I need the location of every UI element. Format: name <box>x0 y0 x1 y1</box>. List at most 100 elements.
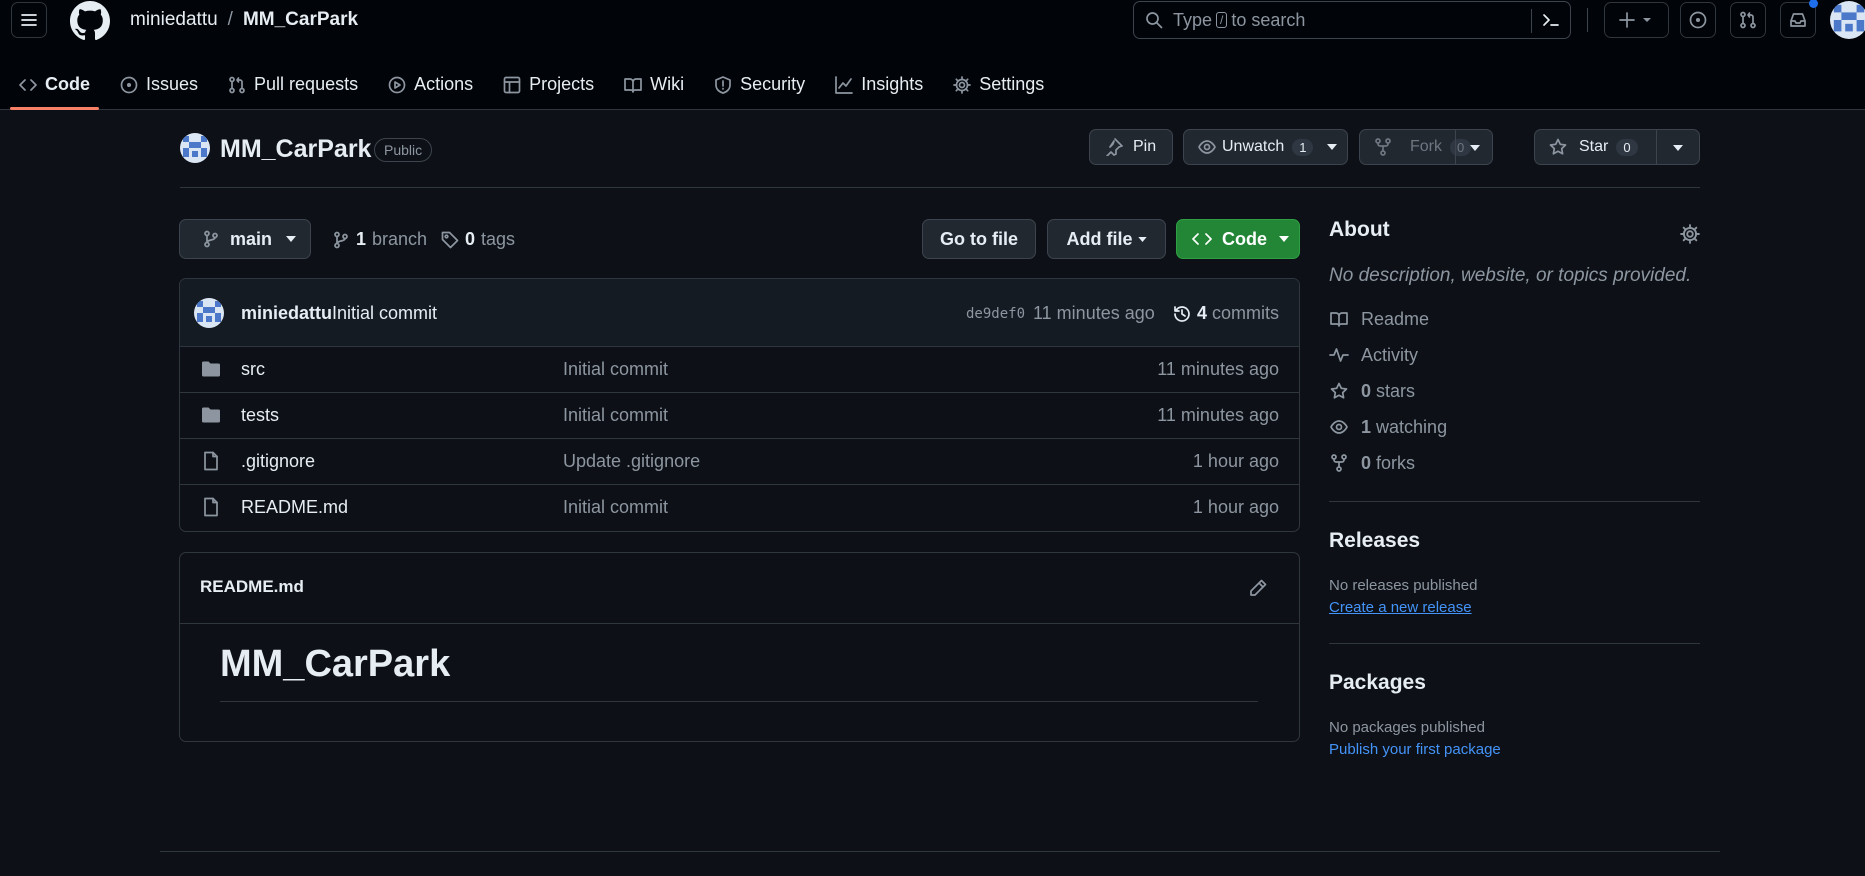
file-name[interactable]: README.md <box>241 497 348 518</box>
stars-link[interactable]: 0 stars <box>1329 373 1700 409</box>
stars-count: 0 <box>1361 380 1372 401</box>
repo-link[interactable]: MM_CarPark <box>243 9 358 31</box>
file-commit-message[interactable]: Initial commit <box>563 359 668 380</box>
activity-link[interactable]: Activity <box>1329 337 1700 373</box>
tab-actions-label: Actions <box>414 74 474 94</box>
tab-insights[interactable]: Insights <box>824 60 934 109</box>
user-avatar[interactable] <box>1830 1 1865 39</box>
add-file-button[interactable]: Add file <box>1047 219 1166 259</box>
tab-actions[interactable]: Actions <box>377 60 484 109</box>
file-icon <box>204 451 218 471</box>
code-download-button[interactable]: Code <box>1176 219 1300 259</box>
commit-count: 4 <box>1197 303 1208 323</box>
tab-security[interactable]: Security <box>703 60 816 109</box>
menu-button[interactable] <box>11 2 47 38</box>
commit-message[interactable]: Initial commit <box>332 303 437 324</box>
branch-icon <box>204 230 218 248</box>
notification-dot <box>1809 0 1818 8</box>
github-logo-icon[interactable] <box>70 1 110 41</box>
identicon-icon <box>197 301 221 322</box>
create-release-link[interactable]: Create a new release <box>1329 599 1700 616</box>
file-name[interactable]: src <box>241 359 265 380</box>
tab-projects[interactable]: Projects <box>492 60 605 109</box>
search-placeholder-before: Type <box>1173 9 1213 30</box>
file-row[interactable]: tests Initial commit 11 minutes ago <box>180 393 1299 439</box>
tab-code[interactable]: Code <box>8 60 101 110</box>
tags-link[interactable]: 0 tags <box>441 229 515 250</box>
star-split-divider <box>1656 130 1657 164</box>
search-placeholder-after: to search <box>1231 9 1306 30</box>
issue-icon <box>1689 11 1707 29</box>
issues-button[interactable] <box>1680 2 1716 38</box>
search-input[interactable]: Type / to search <box>1133 1 1571 39</box>
commit-author[interactable]: miniedattu <box>241 303 332 324</box>
tab-pull-requests-label: Pull requests <box>254 74 359 94</box>
readme-link[interactable]: Readme <box>1329 301 1700 337</box>
packages-title[interactable]: Packages <box>1329 671 1700 695</box>
file-commit-message[interactable]: Update .gitignore <box>563 451 700 472</box>
tab-issues[interactable]: Issues <box>109 60 209 109</box>
tab-wiki[interactable]: Wiki <box>613 60 695 109</box>
search-icon <box>1146 12 1163 29</box>
repo-title[interactable]: MM_CarPark <box>220 135 371 164</box>
releases-title[interactable]: Releases <box>1329 529 1700 553</box>
book-icon <box>1330 312 1348 327</box>
branch-name: main <box>230 228 273 249</box>
branch-icon <box>334 231 348 248</box>
tab-projects-label: Projects <box>529 74 595 94</box>
unwatch-button[interactable]: Unwatch 1 <box>1183 129 1348 165</box>
create-new-button[interactable] <box>1604 2 1669 38</box>
watching-word: watching <box>1376 416 1448 437</box>
chevron-down-icon <box>1279 236 1289 242</box>
tab-pull-requests[interactable]: Pull requests <box>217 60 369 109</box>
fork-button[interactable]: Fork 0 <box>1359 129 1493 165</box>
file-row[interactable]: .gitignore Update .gitignore 1 hour ago <box>180 439 1299 485</box>
play-icon <box>388 76 406 93</box>
branch-select[interactable]: main <box>179 219 311 259</box>
file-row[interactable]: src Initial commit 11 minutes ago <box>180 347 1299 393</box>
add-file-label: Add file <box>1066 228 1133 249</box>
commit-author-avatar[interactable] <box>194 298 224 328</box>
forks-word: forks <box>1376 452 1416 473</box>
table-icon <box>503 76 521 93</box>
file-name[interactable]: .gitignore <box>241 451 315 472</box>
branches-link[interactable]: 1 branch <box>332 229 427 250</box>
inbox-button[interactable] <box>1780 0 1818 38</box>
tab-settings[interactable]: Settings <box>942 60 1055 109</box>
commit-count-word: commits <box>1212 303 1280 323</box>
file-browser: miniedattu Initial commit de9def0 11 min… <box>179 278 1300 532</box>
publish-package-link[interactable]: Publish your first package <box>1329 741 1700 758</box>
chevron-down-icon[interactable] <box>1470 145 1480 151</box>
plus-icon <box>1618 12 1651 28</box>
gear-icon[interactable] <box>1680 224 1700 244</box>
file-name[interactable]: tests <box>241 405 279 426</box>
pull-request-icon <box>229 76 245 93</box>
watching-link[interactable]: 1 watching <box>1329 409 1700 445</box>
pull-request-icon <box>1740 11 1756 29</box>
go-to-file-button[interactable]: Go to file <box>922 219 1036 259</box>
readme-filename[interactable]: README.md <box>200 577 304 597</box>
commits-link[interactable]: 4 commits <box>1172 303 1279 324</box>
command-palette-icon[interactable] <box>1541 11 1561 29</box>
pencil-icon[interactable] <box>1248 578 1268 598</box>
file-time: 11 minutes ago <box>1157 359 1279 379</box>
chevron-down-icon <box>1327 144 1338 150</box>
repo-owner-avatar[interactable] <box>180 133 210 163</box>
file-commit-message[interactable]: Initial commit <box>563 405 668 426</box>
commit-time: 11 minutes ago <box>1033 303 1155 323</box>
chevron-down-icon[interactable] <box>1673 145 1683 151</box>
pull-requests-button[interactable] <box>1730 2 1766 38</box>
owner-link[interactable]: miniedattu <box>130 9 218 31</box>
file-commit-message[interactable]: Initial commit <box>563 497 668 518</box>
fork-count: 0 <box>1450 138 1472 156</box>
file-row[interactable]: README.md Initial commit 1 hour ago <box>180 485 1299 531</box>
pin-button[interactable]: Pin <box>1089 129 1173 165</box>
commit-hash[interactable]: de9def0 <box>966 306 1025 322</box>
forks-link[interactable]: 0 forks <box>1329 445 1700 481</box>
pin-icon <box>1106 138 1123 156</box>
star-count: 0 <box>1616 138 1638 156</box>
identicon-icon <box>183 136 207 157</box>
breadcrumb-separator: / <box>227 9 233 30</box>
chevron-down-icon <box>286 236 297 242</box>
star-button[interactable]: Star 0 <box>1534 129 1700 165</box>
